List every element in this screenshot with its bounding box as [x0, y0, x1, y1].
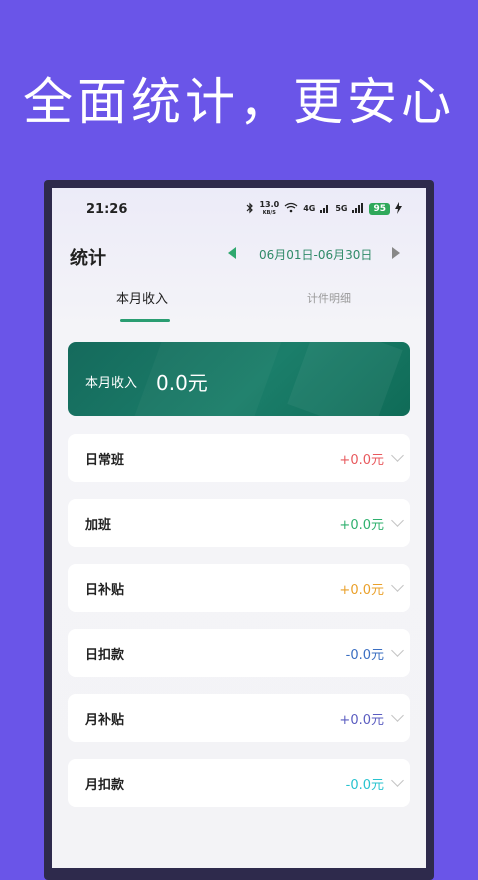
- phone-screen: 21:26 13.0 KB/S 4G 5G 95 统计 06月01日-06月30…: [52, 188, 426, 868]
- row-value: +0.0元: [339, 713, 384, 728]
- active-tab-indicator: [120, 319, 170, 322]
- signal-5g-label: 5G: [335, 204, 348, 213]
- summary-label: 本月收入: [85, 376, 138, 391]
- chevron-down-icon: [391, 514, 404, 527]
- date-range[interactable]: 06月01日-06月30日: [259, 246, 372, 263]
- row-label: 日补贴: [85, 583, 125, 598]
- row-label: 日常班: [85, 453, 125, 468]
- status-bar: 21:26 13.0 KB/S 4G 5G 95: [52, 188, 426, 230]
- row-value: -0.0元: [345, 648, 384, 663]
- top-bar: 统计 06月01日-06月30日: [52, 238, 426, 270]
- chevron-down-icon: [391, 579, 404, 592]
- chevron-down-icon: [391, 774, 404, 787]
- summary-value: 0.0元: [156, 371, 208, 395]
- row-monthly-deduction[interactable]: 月扣款 -0.0元: [68, 759, 410, 807]
- row-monthly-allowance[interactable]: 月补贴 +0.0元: [68, 694, 410, 742]
- tab-piecework-details[interactable]: 计件明细: [307, 290, 351, 306]
- card-decoration: [287, 342, 403, 416]
- page-title: 统计: [70, 248, 106, 269]
- row-value: +0.0元: [339, 518, 384, 533]
- row-label: 日扣款: [85, 648, 125, 663]
- wifi-icon: [284, 202, 298, 216]
- signal-4g-label: 4G: [303, 204, 316, 213]
- signal-icon: [320, 203, 330, 216]
- row-daily-deduction[interactable]: 日扣款 -0.0元: [68, 629, 410, 677]
- row-label: 加班: [85, 518, 112, 533]
- chevron-down-icon: [391, 449, 404, 462]
- row-overtime[interactable]: 加班 +0.0元: [68, 499, 410, 547]
- next-month-icon[interactable]: [392, 247, 400, 259]
- bluetooth-icon: [246, 202, 254, 217]
- battery-icon: 95: [369, 203, 390, 215]
- tab-bar: 本月收入 计件明细: [52, 288, 426, 328]
- row-label: 月扣款: [85, 778, 125, 793]
- row-daily-allowance[interactable]: 日补贴 +0.0元: [68, 564, 410, 612]
- chevron-down-icon: [391, 644, 404, 657]
- promo-headline: 全面统计，更安心: [23, 73, 455, 131]
- network-speed: 13.0 KB/S: [259, 200, 280, 217]
- row-label: 月补贴: [85, 713, 125, 728]
- tab-monthly-income[interactable]: 本月收入: [116, 288, 168, 307]
- row-value: +0.0元: [339, 453, 384, 468]
- row-daily-shift[interactable]: 日常班 +0.0元: [68, 434, 410, 482]
- signal-icon-2: [352, 202, 364, 216]
- charging-icon: [395, 201, 402, 217]
- prev-month-icon[interactable]: [228, 247, 236, 259]
- status-icons: 13.0 KB/S 4G 5G 95: [246, 201, 402, 217]
- income-summary-card: 本月收入 0.0元: [68, 342, 410, 416]
- status-time: 21:26: [86, 202, 128, 217]
- chevron-down-icon: [391, 709, 404, 722]
- row-value: -0.0元: [345, 778, 384, 793]
- row-value: +0.0元: [339, 583, 384, 598]
